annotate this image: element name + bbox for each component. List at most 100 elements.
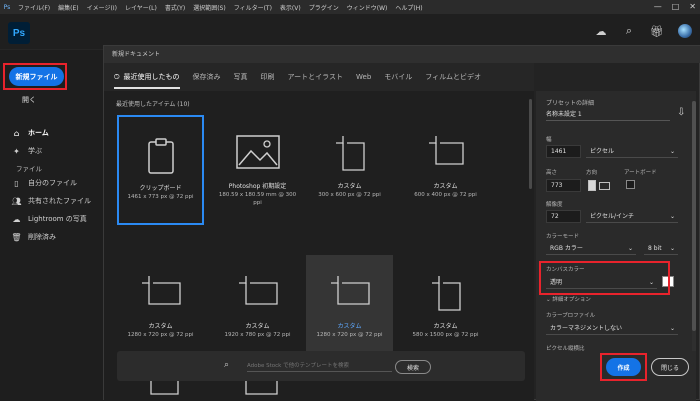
document-name-field[interactable]: 名称未設定 1 (546, 108, 670, 121)
menu-bar: Ps ファイル(F) 編集(E) イメージ(I) レイヤー(L) 書式(Y) 選… (0, 0, 700, 14)
nav-files-heading: ファイル (16, 163, 42, 173)
menu-filter[interactable]: フィルター(T) (230, 3, 276, 12)
document-icon (428, 136, 464, 165)
artboard-checkbox[interactable] (626, 180, 635, 189)
preset-name: カスタム (433, 183, 458, 190)
scrollbar-thumb[interactable] (692, 101, 696, 331)
preset-name: カスタム (245, 323, 270, 330)
tab-recent[interactable]: 🕓︎ 最近使用したもの (114, 63, 180, 91)
tab-art[interactable]: アートとイラスト (288, 63, 343, 91)
height-field[interactable]: 773 (546, 179, 581, 192)
preset-name: カスタム (337, 183, 362, 190)
resolution-unit-select[interactable]: ピクセル/インチ ⌄ (586, 210, 678, 223)
advanced-options-toggle[interactable]: ⌄ 詳細オプション (546, 295, 591, 303)
orientation-label: 方向 (586, 170, 598, 176)
tab-recent-label: 最近使用したもの (123, 73, 180, 81)
preset-card-default[interactable]: Photoshop 初期設定 180.59 x 180.59 mm @ 300 … (214, 115, 301, 225)
menu-type[interactable]: 書式(Y) (161, 3, 189, 12)
open-link[interactable]: 開く (22, 95, 36, 105)
menu-image[interactable]: イメージ(I) (83, 3, 121, 12)
bit-depth-select[interactable]: 8 bit ⌄ (644, 242, 678, 255)
preset-card-custom-5[interactable]: カスタム 1280 x 720 px @ 72 ppi (306, 255, 393, 365)
width-field[interactable]: 1461 (546, 145, 581, 158)
minimize-icon[interactable]: — (654, 0, 662, 14)
highlight-new-file (3, 63, 67, 90)
shared-icon: 👥︎ (11, 196, 22, 206)
stock-search-button[interactable]: 検索 (395, 360, 431, 374)
menu-help[interactable]: ヘルプ(H) (391, 3, 426, 12)
menu-edit[interactable]: 編集(E) (54, 3, 82, 12)
height-label: 高さ (546, 170, 558, 176)
nav-home[interactable]: ⌂ ホーム (12, 128, 49, 138)
document-icon (238, 276, 278, 305)
menu-window[interactable]: ウィンドウ(W) (343, 3, 392, 12)
preset-meta: 1280 x 720 px @ 72 ppi (127, 332, 194, 338)
nav-learn[interactable]: ✦ 学ぶ (12, 146, 42, 156)
nav-deleted[interactable]: 🗑︎ 削除済み (11, 232, 56, 242)
preset-meta: 1920 x 780 px @ 72 ppi (224, 332, 291, 338)
landscape-icon[interactable] (599, 182, 610, 190)
color-profile-label: カラープロファイル (546, 313, 596, 319)
tab-mobile[interactable]: モバイル (384, 63, 412, 91)
document-icon (330, 276, 370, 305)
cloud-icon[interactable]: ☁ (594, 24, 608, 38)
tab-web[interactable]: Web (356, 63, 371, 91)
gift-icon[interactable]: 🎁︎ (650, 24, 664, 38)
nav-my-files-label: 自分のファイル (28, 179, 77, 187)
color-profile-value: カラーマネジメントしない (550, 325, 623, 332)
close-window-icon[interactable]: ✕ (689, 0, 696, 14)
stock-search-input[interactable] (247, 361, 392, 372)
new-document-dialog: 新規ドキュメント 🕓︎ 最近使用したもの 保存済み 写真 印刷 アートとイラスト… (103, 45, 700, 401)
resolution-field[interactable]: 72 (546, 210, 581, 223)
scrollbar-thumb[interactable] (529, 99, 532, 189)
chevron-down-icon: ⌄ (669, 245, 675, 252)
search-icon[interactable]: ⌕ (622, 24, 636, 38)
menu-layer[interactable]: レイヤー(L) (121, 3, 161, 12)
home-icon: ⌂ (13, 128, 20, 138)
nav-lightroom[interactable]: ☁ Lightroom の写真 (12, 214, 87, 224)
nav-learn-label: 学ぶ (28, 147, 42, 155)
color-mode-label: カラーモード (546, 234, 580, 240)
nav-my-files[interactable]: ▯ 自分のファイル (12, 178, 77, 188)
tab-print[interactable]: 印刷 (261, 63, 275, 91)
preset-details-title: プリセットの詳細 (546, 100, 595, 107)
menu-file[interactable]: ファイル(F) (14, 3, 54, 12)
menu-view[interactable]: 表示(V) (276, 3, 305, 12)
nav-shared-files[interactable]: 👥︎ 共有されたファイル (11, 196, 91, 206)
avatar[interactable] (678, 24, 692, 38)
app-icon[interactable]: Ps (0, 0, 14, 14)
maximize-icon[interactable]: □ (672, 0, 680, 14)
tab-film[interactable]: フィルムとビデオ (425, 63, 481, 91)
preset-card-custom-1[interactable]: カスタム 300 x 600 px @ 72 ppi (306, 115, 393, 225)
color-profile-select[interactable]: カラーマネジメントしない ⌄ (546, 322, 678, 335)
presets-scrollbar[interactable] (528, 95, 533, 355)
close-button[interactable]: 閉じる (651, 358, 689, 376)
details-scrollbar[interactable] (692, 101, 696, 351)
menu-select[interactable]: 選択範囲(S) (189, 3, 230, 12)
preset-card-clipboard[interactable]: クリップボード 1461 x 773 px @ 72 ppi (117, 115, 204, 225)
portrait-icon[interactable] (588, 180, 596, 191)
left-nav: 新規ファイル 開く ⌂ ホーム ✦ 学ぶ ファイル ▯ 自分のファイル 👥︎ 共… (0, 50, 100, 400)
save-preset-icon[interactable]: ⇩ (677, 107, 685, 118)
menu-plugins[interactable]: プラグイン (305, 3, 343, 12)
chevron-down-icon: ⌄ (669, 148, 675, 155)
preset-meta: 1461 x 773 px @ 72 ppi (127, 194, 194, 200)
nav-deleted-label: 削除済み (28, 233, 56, 241)
width-unit-select[interactable]: ピクセル ⌄ (586, 145, 678, 158)
stock-search-bar: ⌕ 検索 (117, 351, 525, 381)
tab-saved[interactable]: 保存済み (193, 63, 221, 91)
bit-depth-value: 8 bit (648, 245, 662, 252)
presets-panel: 最近使用したアイテム (10) クリップボード 1461 x 773 px @ … (104, 91, 534, 401)
cloud-sync-icon: ☁ (12, 214, 21, 224)
photoshop-logo: Ps (8, 22, 30, 44)
header-icons: ☁ ⌕ 🎁︎ (594, 24, 692, 38)
width-unit-value: ピクセル (590, 148, 615, 155)
preset-card-custom-2[interactable]: カスタム 600 x 400 px @ 72 ppi (402, 115, 489, 225)
preset-meta: 1280 x 720 px @ 72 ppi (316, 332, 383, 338)
preset-card-custom-6[interactable]: カスタム 580 x 1500 px @ 72 ppi (402, 255, 489, 365)
pixel-ratio-label: ピクセル縦横比 (546, 346, 585, 352)
tab-photo[interactable]: 写真 (234, 63, 248, 91)
color-mode-select[interactable]: RGB カラー ⌄ (546, 242, 636, 255)
preset-name: カスタム (148, 323, 173, 330)
chevron-down-icon: ⌄ (669, 325, 675, 332)
